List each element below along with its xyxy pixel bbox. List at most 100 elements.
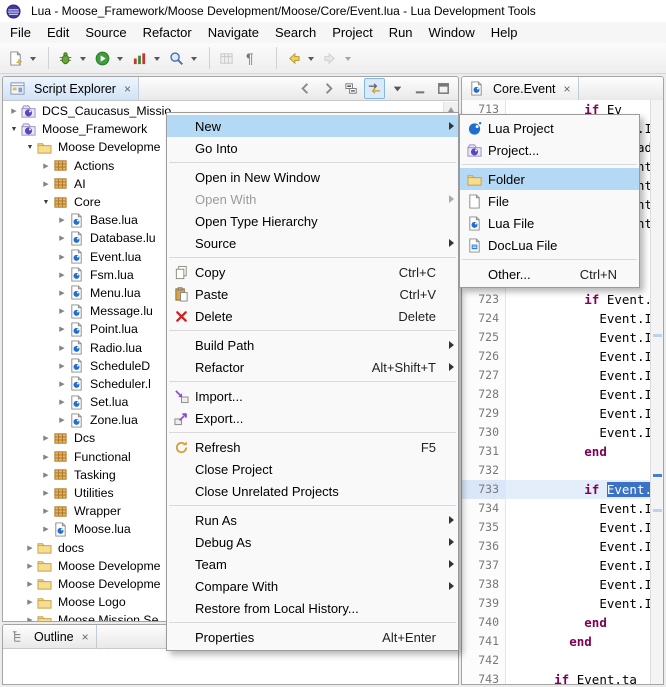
code-line[interactable]: 725 Event.I [462, 328, 650, 347]
occurrence-marker[interactable] [653, 509, 662, 512]
twistie-icon[interactable]: ▶ [55, 216, 69, 224]
menu-item-lua-file[interactable]: Lua File [460, 212, 639, 234]
twistie-icon[interactable]: ▶ [55, 362, 69, 370]
twistie-icon[interactable]: ▶ [39, 180, 53, 188]
run-button[interactable] [92, 46, 127, 70]
close-icon[interactable]: × [124, 82, 131, 96]
dropdown-arrow-icon[interactable] [345, 57, 351, 61]
code-line[interactable]: 733 if Event. [462, 480, 650, 499]
menu-item-properties[interactable]: PropertiesAlt+Enter [167, 626, 458, 648]
menubar-item-navigate[interactable]: Navigate [200, 22, 267, 43]
link-with-editor-icon[interactable] [364, 78, 385, 99]
dropdown-arrow-icon[interactable] [308, 57, 314, 61]
menubar-item-refactor[interactable]: Refactor [135, 22, 200, 43]
code-line[interactable]: 738 Event.I [462, 575, 650, 594]
back-button[interactable] [283, 46, 318, 70]
dropdown-arrow-icon[interactable] [117, 57, 123, 61]
nav-back-icon[interactable] [295, 78, 316, 99]
twistie-icon[interactable]: ▶ [39, 453, 53, 461]
menu-item-debug-as[interactable]: Debug As [167, 531, 458, 553]
nav-forward-icon[interactable] [318, 78, 339, 99]
maximize-icon[interactable] [433, 78, 454, 99]
menu-item-restore-from-local-history[interactable]: Restore from Local History... [167, 597, 458, 619]
minimize-icon[interactable] [410, 78, 431, 99]
menubar-item-help[interactable]: Help [483, 22, 526, 43]
menu-item-new[interactable]: New [167, 115, 458, 137]
code-line[interactable]: 735 Event.I [462, 518, 650, 537]
code-line[interactable]: 739 Event.I [462, 594, 650, 613]
code-line[interactable]: 737 Event.I [462, 556, 650, 575]
twistie-icon[interactable]: ▶ [23, 580, 37, 588]
twistie-icon[interactable]: ▶ [39, 525, 53, 533]
twistie-icon[interactable]: ▶ [23, 616, 37, 621]
menu-item-other[interactable]: Other...Ctrl+N [460, 263, 639, 285]
search-button[interactable] [166, 46, 201, 70]
menu-item-paste[interactable]: PasteCtrl+V [167, 283, 458, 305]
twistie-icon[interactable]: ▶ [55, 307, 69, 315]
menu-item-doclua-file[interactable]: DocLua File [460, 234, 639, 256]
coverage-button[interactable] [129, 46, 164, 70]
debug-button[interactable] [55, 46, 90, 70]
menu-item-refactor[interactable]: RefactorAlt+Shift+T [167, 356, 458, 378]
dropdown-arrow-icon[interactable] [191, 57, 197, 61]
menu-item-delete[interactable]: DeleteDelete [167, 305, 458, 327]
code-line[interactable]: 726 Event.I [462, 347, 650, 366]
code-line[interactable]: 723 if Event. [462, 290, 650, 309]
menu-item-build-path[interactable]: Build Path [167, 334, 458, 356]
menu-item-open-in-new-window[interactable]: Open in New Window [167, 166, 458, 188]
menu-item-open-type-hierarchy[interactable]: Open Type Hierarchy [167, 210, 458, 232]
twistie-icon[interactable]: ▶ [55, 253, 69, 261]
selection-marker[interactable] [653, 474, 662, 477]
menu-item-compare-with[interactable]: Compare With [167, 575, 458, 597]
menu-item-refresh[interactable]: RefreshF5 [167, 436, 458, 458]
menubar-item-project[interactable]: Project [324, 22, 380, 43]
menu-item-file[interactable]: File [460, 190, 639, 212]
occurrence-marker[interactable] [653, 334, 662, 337]
code-line[interactable]: 734 Event.I [462, 499, 650, 518]
code-line[interactable]: 743 if Event.ta [462, 670, 650, 684]
code-line[interactable]: 730 Event.I [462, 423, 650, 442]
menubar-item-run[interactable]: Run [381, 22, 421, 43]
menu-item-team[interactable]: Team [167, 553, 458, 575]
twistie-icon[interactable]: ▶ [55, 325, 69, 333]
menu-item-close-unrelated-projects[interactable]: Close Unrelated Projects [167, 480, 458, 502]
collapse-all-icon[interactable] [341, 78, 362, 99]
menu-item-import[interactable]: Import... [167, 385, 458, 407]
menu-item-source[interactable]: Source [167, 232, 458, 254]
menubar-item-edit[interactable]: Edit [39, 22, 77, 43]
code-line[interactable]: 731 end [462, 442, 650, 461]
twistie-icon[interactable]: ▶ [55, 416, 69, 424]
twistie-icon[interactable]: ▼ [23, 144, 37, 151]
menu-item-folder[interactable]: Folder [460, 168, 639, 190]
close-icon[interactable]: × [82, 630, 89, 644]
overview-ruler[interactable] [650, 100, 663, 684]
menu-item-project[interactable]: Project... [460, 139, 639, 161]
tab-script-explorer[interactable]: Script Explorer × [3, 77, 139, 100]
twistie-icon[interactable]: ▶ [23, 544, 37, 552]
twistie-icon[interactable]: ▼ [39, 199, 53, 206]
twistie-icon[interactable]: ▶ [55, 380, 69, 388]
code-line[interactable]: 742 [462, 651, 650, 670]
twistie-icon[interactable]: ▶ [55, 398, 69, 406]
tab-outline[interactable]: Outline × [3, 625, 97, 648]
code-line[interactable]: 729 Event.I [462, 404, 650, 423]
code-line[interactable]: 727 Event.I [462, 366, 650, 385]
twistie-icon[interactable]: ▶ [55, 344, 69, 352]
twistie-icon[interactable]: ▶ [23, 562, 37, 570]
dropdown-arrow-icon[interactable] [30, 57, 36, 61]
twistie-icon[interactable]: ▶ [39, 434, 53, 442]
menu-item-run-as[interactable]: Run As [167, 509, 458, 531]
twistie-icon[interactable]: ▶ [7, 107, 21, 115]
code-line[interactable]: 728 Event.I [462, 385, 650, 404]
code-line[interactable]: 732 [462, 461, 650, 480]
menu-item-lua-project[interactable]: Lua Project [460, 117, 639, 139]
close-icon[interactable]: × [564, 82, 571, 96]
code-line[interactable]: 736 Event.I [462, 537, 650, 556]
code-line[interactable]: 740 end [462, 613, 650, 632]
twistie-icon[interactable]: ▼ [7, 126, 21, 133]
menu-item-copy[interactable]: CopyCtrl+C [167, 261, 458, 283]
menubar-item-window[interactable]: Window [421, 22, 483, 43]
code-line[interactable]: 724 Event.I [462, 309, 650, 328]
menubar-item-file[interactable]: File [2, 22, 39, 43]
menubar-item-search[interactable]: Search [267, 22, 324, 43]
